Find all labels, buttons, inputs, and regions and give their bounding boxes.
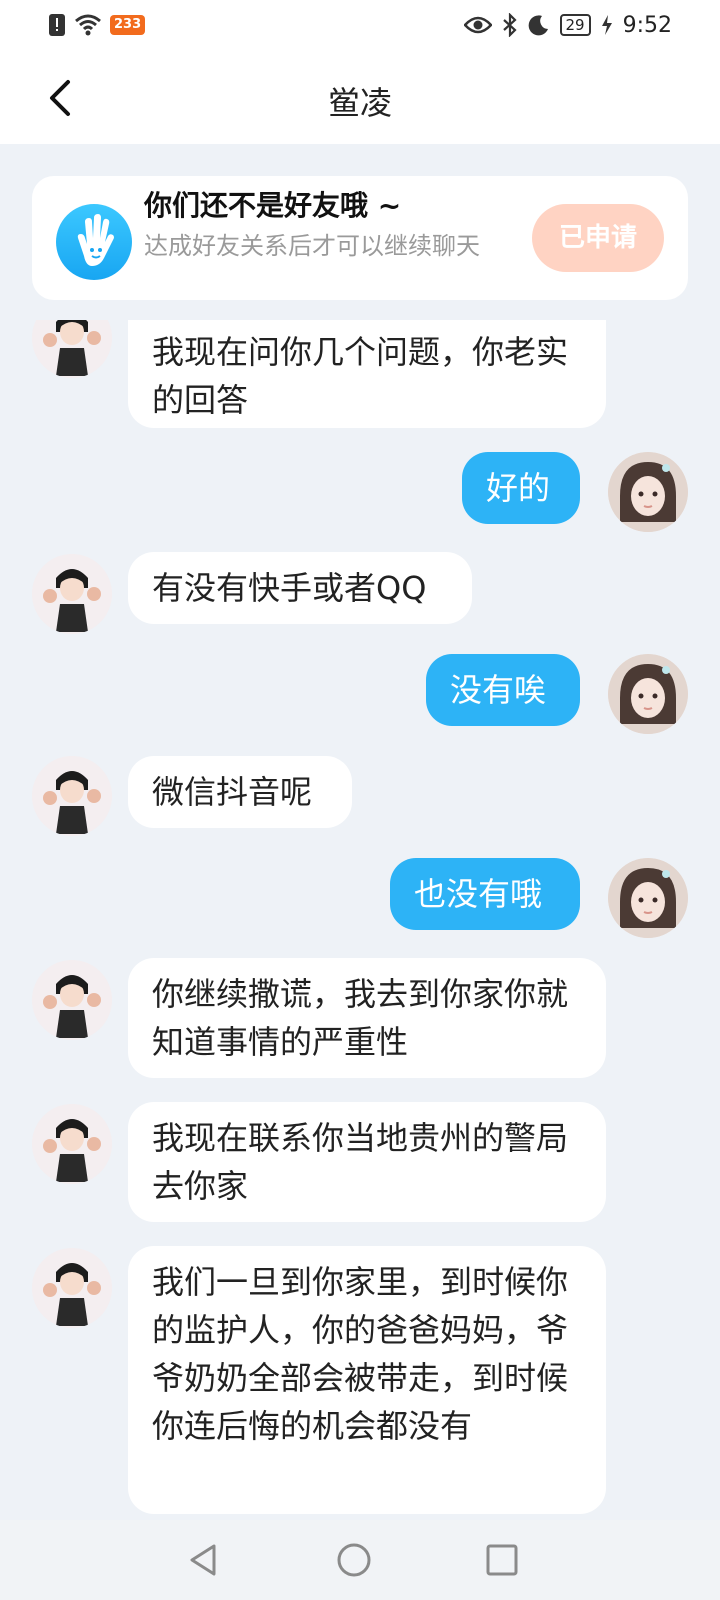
alert-sim-icon: [49, 14, 65, 36]
nav-recents-icon[interactable]: [482, 1540, 522, 1580]
outgoing-message[interactable]: 好的: [462, 452, 580, 524]
my-avatar[interactable]: [608, 452, 688, 532]
message-list[interactable]: 我现在问你几个问题，你老实的回答 好的 有没有快手或者QQ 没有唉 微信抖音呢 …: [0, 320, 720, 1520]
eye-icon: [463, 16, 492, 34]
contact-avatar[interactable]: [32, 1248, 112, 1328]
charging-icon: [601, 15, 612, 35]
outgoing-message[interactable]: 没有唉: [426, 654, 580, 726]
friend-request-applied-button[interactable]: 已申请: [532, 204, 664, 272]
nav-back-icon[interactable]: [184, 1540, 224, 1580]
clock: 9:52: [622, 12, 672, 38]
outgoing-message[interactable]: 也没有哦: [390, 858, 580, 930]
status-left: 233: [48, 12, 146, 38]
not-friend-banner: 你们还不是好友哦 ~ 达成好友关系后才可以继续聊天 已申请: [32, 176, 688, 300]
bluetooth-icon: [502, 13, 517, 37]
my-avatar[interactable]: [608, 654, 688, 734]
contact-avatar[interactable]: [32, 554, 112, 634]
incoming-message[interactable]: 有没有快手或者QQ: [128, 552, 472, 624]
nav-home-icon[interactable]: [334, 1540, 374, 1580]
moon-icon: [528, 15, 548, 36]
contact-avatar[interactable]: [32, 1104, 112, 1184]
chat-title: 鲎凌: [327, 84, 392, 122]
incoming-message[interactable]: 我现在问你几个问题，你老实的回答: [128, 320, 606, 428]
banner-title: 你们还不是好友哦 ~: [144, 189, 402, 222]
my-avatar[interactable]: [608, 858, 688, 938]
hand-wave-icon: [56, 204, 132, 280]
status-bar: 233 29 9:52: [0, 0, 720, 52]
system-navigation-bar: [0, 1520, 720, 1600]
incoming-message[interactable]: 我们一旦到你家里，到时候你的监护人，你的爸爸妈妈，爷爷奶奶全部会被带走，到时候你…: [128, 1246, 606, 1514]
incoming-message[interactable]: 微信抖音呢: [128, 756, 352, 828]
incoming-message[interactable]: 你继续撒谎，我去到你家你就知道事情的严重性: [128, 958, 606, 1078]
banner-subtitle: 达成好友关系后才可以继续聊天: [144, 232, 480, 260]
contact-avatar[interactable]: [32, 320, 112, 378]
app-badge: 233: [110, 15, 146, 35]
wifi-icon: [75, 14, 101, 36]
status-right: 29 9:52: [463, 12, 672, 38]
battery-indicator: 29: [559, 14, 591, 36]
incoming-message[interactable]: 我现在联系你当地贵州的警局去你家: [128, 1102, 606, 1222]
contact-avatar[interactable]: [32, 756, 112, 836]
contact-avatar[interactable]: [32, 960, 112, 1040]
chat-header: 鲎凌: [0, 52, 720, 144]
